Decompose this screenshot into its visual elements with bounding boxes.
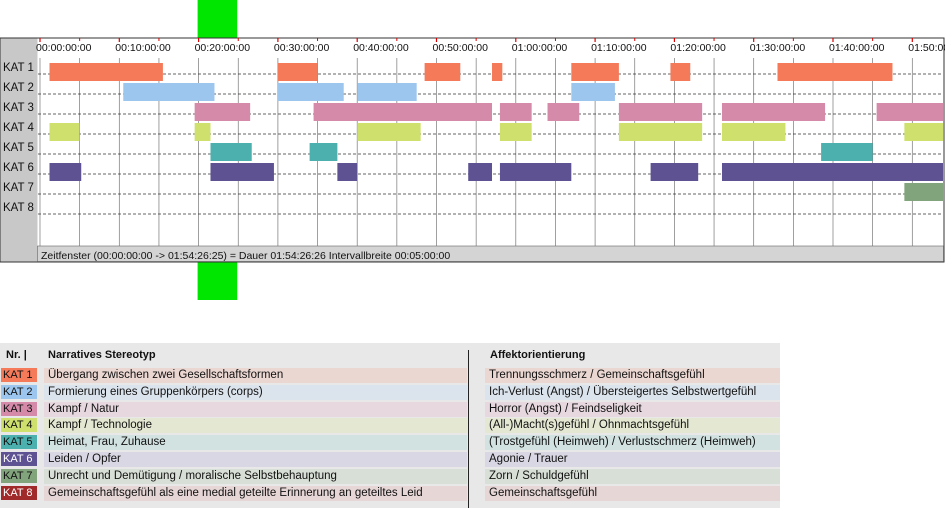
legend-row: KAT 4 Kampf / Technologie (All-)Macht(s)ge… <box>0 417 780 434</box>
interval-bar-kat-3 <box>194 103 251 121</box>
interval-bar-kat-1 <box>571 63 619 81</box>
legend-header-nr: Nr. | <box>6 349 27 361</box>
legend-row: KAT 2 Formierung eines Gruppenkörpers (co… <box>0 384 780 401</box>
interval-bar-kat-6 <box>721 163 943 181</box>
legend-category-code: KAT 4 <box>1 418 37 433</box>
legend-category-code: KAT 3 <box>1 401 37 416</box>
legend-affekt: Ich-Verlust (Angst) / Übersteigertes Sel… <box>485 384 780 400</box>
interval-bar-kat-1 <box>492 63 503 81</box>
tick-label: 01:20:00:00 <box>670 42 726 54</box>
legend-affekt: Gemeinschaftsgefühl <box>485 485 780 501</box>
interval-bar-kat-2 <box>571 83 615 101</box>
legend-affekt: (All-)Macht(s)gefühl / Ohnmachtsgefühl <box>485 418 780 434</box>
tick-label: 00:50:00:00 <box>433 42 489 54</box>
tick-label: 00:30:00:00 <box>274 42 330 54</box>
interval-bar-kat-4 <box>499 123 532 141</box>
tick-label: 01:00:00:00 <box>512 42 568 54</box>
legend-row: KAT 1 Übergang zwischen zwei Gesellschaft… <box>0 367 780 384</box>
interval-bar-kat-1 <box>424 63 461 81</box>
tick-label: 01:50:00:00 <box>908 42 945 54</box>
legend-stereotyp: Formierung eines Gruppenkörpers (corps) <box>44 384 467 400</box>
tick-label: 01:30:00:00 <box>750 42 806 54</box>
interval-bar-kat-3 <box>499 103 532 121</box>
legend-category-code: KAT 1 <box>1 368 37 382</box>
legend-affekt: Horror (Angst) / Feindseligkeit <box>485 401 780 417</box>
interval-bar-kat-6 <box>337 163 358 181</box>
legend-affekt: Zorn / Schuldgefühl <box>485 468 780 484</box>
tick-label: 01:40:00:00 <box>829 42 885 54</box>
legend-stereotyp: Leiden / Opfer <box>44 452 467 467</box>
interval-bar-kat-2 <box>123 83 215 101</box>
interval-bar-kat-3 <box>313 103 493 121</box>
legend-row: KAT 6 Leiden / Opfer Agonie / Trauer <box>0 451 780 468</box>
legend-category-code: KAT 8 <box>1 485 37 500</box>
interval-bar-kat-3 <box>876 103 943 121</box>
tick-label: 00:40:00:00 <box>353 42 409 54</box>
legend-header-stereotyp: Narratives Stereotyp <box>48 349 156 361</box>
interval-bar-kat-7 <box>904 183 943 201</box>
interval-bar-kat-6 <box>49 163 82 181</box>
interval-bar-kat-6 <box>468 163 493 181</box>
legend-header-affekt: Affektorientierung <box>490 349 586 361</box>
legend-row: KAT 3 Kampf / Natur Horror (Angst) / Feind… <box>0 401 780 418</box>
legend-category-code: KAT 7 <box>1 468 37 483</box>
interval-bar-kat-4 <box>618 123 703 141</box>
interval-bar-kat-6 <box>210 163 274 181</box>
legend-row: KAT 8 Gemeinschaftsgefühl als eine medial… <box>0 485 780 502</box>
legend-stereotyp: Übergang zwischen zwei Gesellschaftsform… <box>44 368 467 383</box>
legend-stereotyp: Unrecht und Demütigung / moralische Selb… <box>44 468 467 484</box>
interval-bar-kat-1 <box>777 63 893 81</box>
tick-label: 01:10:00:00 <box>591 42 647 54</box>
legend-category-code: KAT 2 <box>1 384 37 399</box>
legend-stereotyp: Heimat, Frau, Zuhause <box>44 435 467 451</box>
legend-affekt: (Trostgefühl (Heimweh) / Verlustschmerz … <box>485 435 780 451</box>
footer-status-text: Zeitfenster (00:00:00:00 -> 01:54:26:25)… <box>41 250 450 262</box>
category-label: KAT 4 <box>3 122 34 134</box>
legend-stereotyp: Gemeinschaftsgefühl als eine medial gete… <box>44 485 467 501</box>
category-label: KAT 1 <box>3 62 34 74</box>
interval-bar-kat-6 <box>650 163 699 181</box>
interval-bar-kat-2 <box>357 83 417 101</box>
interval-bar-kat-1 <box>49 63 163 81</box>
category-label: KAT 3 <box>3 102 34 114</box>
legend-category-code: KAT 5 <box>1 435 37 450</box>
legend-affekt: Agonie / Trauer <box>485 452 780 467</box>
category-label: KAT 8 <box>3 202 34 214</box>
interval-bar-kat-5 <box>309 143 338 161</box>
interval-bar-kat-4 <box>49 123 80 141</box>
legend-row: KAT 7 Unrecht und Demütigung / moralische… <box>0 468 780 485</box>
interval-bar-kat-3 <box>721 103 826 121</box>
interval-bar-kat-4 <box>194 123 211 141</box>
legend-row: KAT 5 Heimat, Frau, Zuhause (Trostgefühl (… <box>0 434 780 451</box>
interval-bar-kat-5 <box>821 143 873 161</box>
category-label: KAT 6 <box>3 162 34 174</box>
category-label: KAT 7 <box>3 182 34 194</box>
interval-bar-kat-3 <box>618 103 703 121</box>
timeline-chart: 00:00:00:00 00:10:00:00 00:20:00:00 00:30:0… <box>0 0 945 300</box>
tick-label: 00:00:00:00 <box>36 42 92 54</box>
interval-bar-kat-2 <box>277 83 344 101</box>
legend-affekt: Trennungsschmerz / Gemeinschaftsgefühl <box>485 368 780 383</box>
tick-label: 00:10:00:00 <box>115 42 171 54</box>
interval-bar-kat-4 <box>357 123 421 141</box>
interval-bar-kat-1 <box>277 63 318 81</box>
category-label: KAT 2 <box>3 82 34 94</box>
legend-category-code: KAT 6 <box>1 452 37 466</box>
interval-bar-kat-5 <box>210 143 252 161</box>
category-label: KAT 5 <box>3 142 34 154</box>
legend-table: Nr. | Narratives Stereotyp Affektorienti… <box>0 343 780 508</box>
interval-bar-kat-1 <box>670 63 691 81</box>
interval-bar-kat-4 <box>721 123 786 141</box>
legend-stereotyp: Kampf / Natur <box>44 401 467 417</box>
interval-bar-kat-3 <box>547 103 580 121</box>
interval-bar-kat-6 <box>499 163 572 181</box>
tick-label: 00:20:00:00 <box>195 42 251 54</box>
legend-stereotyp: Kampf / Technologie <box>44 418 467 434</box>
interval-bar-kat-4 <box>904 123 943 141</box>
